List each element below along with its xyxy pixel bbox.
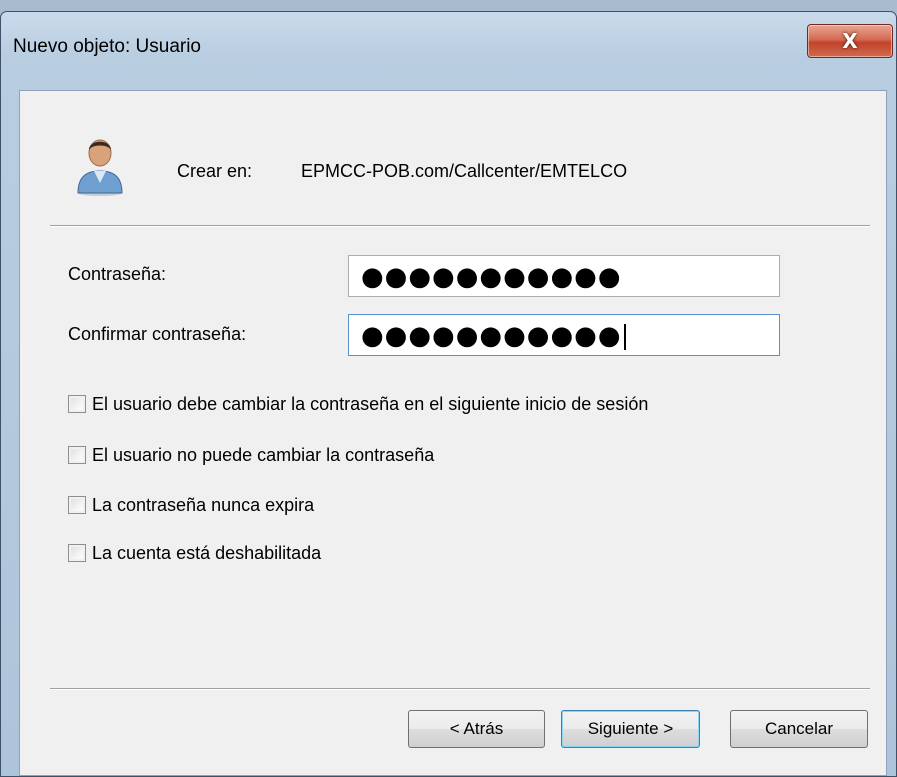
option-label: El usuario no puede cambiar la contraseñ… xyxy=(92,444,435,465)
checkbox[interactable] xyxy=(68,446,86,464)
user-icon xyxy=(77,139,123,196)
next-button[interactable]: Siguiente > xyxy=(561,710,700,748)
checkbox[interactable] xyxy=(68,496,86,514)
title-bar[interactable]: Nuevo objeto: Usuario X xyxy=(1,12,896,84)
option-account-disabled[interactable]: La cuenta está deshabilitada xyxy=(68,541,321,565)
checkbox[interactable] xyxy=(68,395,86,413)
window-title: Nuevo objeto: Usuario xyxy=(13,36,201,57)
cancel-button[interactable]: Cancelar xyxy=(730,710,868,748)
option-cannot-change-password[interactable]: El usuario no puede cambiar la contraseñ… xyxy=(68,443,434,467)
back-button[interactable]: < Atrás xyxy=(408,710,545,748)
option-label: La contraseña nunca expira xyxy=(92,494,315,515)
confirm-password-field[interactable]: ●●●●●●●●●●● xyxy=(348,314,780,356)
confirm-password-value: ●●●●●●●●●●● xyxy=(361,321,622,351)
option-label: El usuario debe cambiar la contraseña en… xyxy=(92,393,649,414)
text-caret xyxy=(623,323,626,350)
new-user-dialog: Nuevo objeto: Usuario X Crear en: EPMCC-… xyxy=(0,11,897,777)
option-label: La cuenta está deshabilitada xyxy=(92,542,322,563)
create-in-label: Crear en: xyxy=(177,161,253,181)
password-value: ●●●●●●●●●●● xyxy=(361,262,622,292)
password-field[interactable]: ●●●●●●●●●●● xyxy=(348,255,780,297)
bottom-separator xyxy=(50,688,870,690)
option-password-never-expires[interactable]: La contraseña nunca expira xyxy=(68,493,314,517)
top-separator xyxy=(50,225,870,227)
password-label: Contraseña: xyxy=(68,264,167,284)
option-must-change-password[interactable]: El usuario debe cambiar la contraseña en… xyxy=(68,392,648,416)
close-button[interactable]: X xyxy=(807,24,893,58)
dialog-content: Crear en: EPMCC-POB.com/Callcenter/EMTEL… xyxy=(19,90,887,776)
create-in-path: EPMCC-POB.com/Callcenter/EMTELCO xyxy=(301,161,628,181)
close-icon: X xyxy=(842,29,858,53)
checkbox[interactable] xyxy=(68,544,86,562)
confirm-password-label: Confirmar contraseña: xyxy=(68,324,247,344)
